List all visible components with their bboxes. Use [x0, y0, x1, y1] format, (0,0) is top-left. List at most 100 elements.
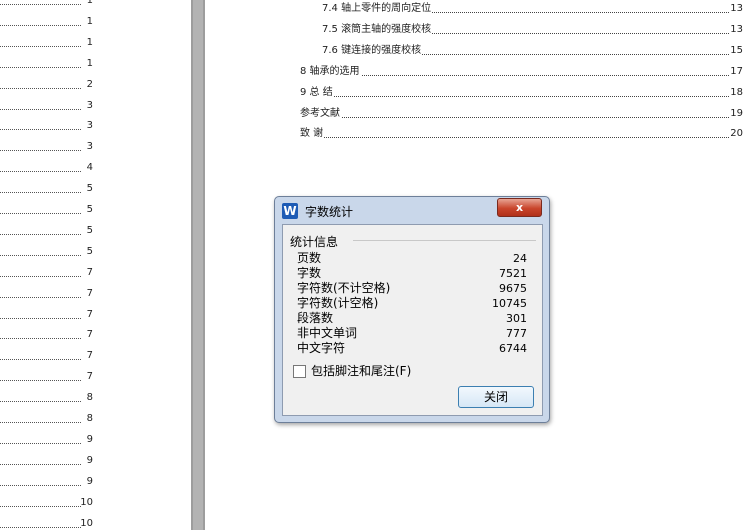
toc-entry-page: 19 — [729, 107, 743, 121]
left-toc-row[interactable]: 5 — [0, 224, 93, 238]
toc-entry[interactable]: 致 谢 20 — [300, 127, 743, 141]
left-toc-row[interactable]: 7 — [0, 308, 93, 322]
toc-leader — [0, 338, 81, 340]
left-toc-page-number: 5 — [86, 245, 93, 257]
toc-entry[interactable]: 7.5 滚筒主轴的强度校核 13 — [322, 23, 743, 37]
toc-entry-title: 参考文献 — [300, 107, 341, 121]
left-toc-page-number: 7 — [86, 371, 93, 383]
left-toc-page-number: 7 — [86, 350, 93, 362]
left-toc-page-number: 7 — [86, 308, 93, 320]
left-toc-row[interactable]: 1 — [0, 15, 93, 29]
toc-entry[interactable]: 参考文献 19 — [300, 107, 743, 121]
left-toc-page-number: 10 — [80, 517, 93, 529]
dialog-title: 字数统计 — [305, 205, 354, 219]
left-toc-row[interactable]: 8 — [0, 392, 93, 405]
toc-entry-page: 17 — [729, 65, 743, 79]
left-toc-row[interactable]: 9 — [0, 475, 93, 489]
toc-leader — [0, 317, 81, 319]
left-toc-row[interactable]: 4 — [0, 162, 93, 175]
toc-entry-title: 致 谢 — [300, 127, 325, 141]
left-toc-page-number: 1 — [86, 57, 93, 69]
statistics-group-title: 统计信息 — [290, 233, 343, 250]
left-toc-page-number: 8 — [86, 392, 93, 404]
left-toc-row[interactable]: 1 — [0, 0, 93, 8]
include-footnotes-checkbox[interactable] — [293, 365, 306, 378]
left-toc-row[interactable]: 7 — [0, 287, 93, 301]
toc-entry[interactable]: 7.6 键连接的强度校核 15 — [322, 44, 743, 58]
toc-entry-page: 18 — [729, 86, 743, 100]
left-toc-page-number: 5 — [86, 183, 93, 195]
stat-value: 301 — [506, 312, 527, 325]
left-toc-row[interactable]: 5 — [0, 183, 93, 196]
left-toc-page-number: 5 — [86, 224, 93, 236]
left-toc-row[interactable]: 7 — [0, 329, 93, 342]
toc-leader — [300, 137, 743, 138]
dialog-titlebar[interactable]: W 字数统计 x — [275, 197, 549, 223]
toc-entry-title: 9 总 结 — [300, 86, 334, 100]
left-toc-page-number: 9 — [86, 433, 93, 445]
left-toc-page-number: 7 — [86, 287, 93, 299]
left-toc-page-number: 1 — [86, 15, 93, 27]
toc-entry[interactable]: 9 总 结 18 — [300, 86, 743, 100]
stat-value: 7521 — [499, 267, 527, 280]
toc-entry-title: 8 轴承的选用 — [300, 65, 361, 79]
left-toc-row[interactable]: 10 — [0, 517, 93, 530]
page-gutter — [191, 0, 205, 530]
toc-leader — [300, 75, 743, 76]
left-toc-row[interactable]: 1 — [0, 57, 93, 71]
left-toc-page-number: 1 — [86, 36, 93, 48]
left-toc-row[interactable]: 7 — [0, 266, 93, 280]
toc-entry[interactable]: 7.4 轴上零件的周向定位 13 — [322, 2, 743, 16]
toc-leader — [0, 254, 81, 256]
toc-leader — [0, 296, 81, 298]
toc-entry-page: 13 — [729, 2, 743, 16]
toc-leader — [0, 87, 81, 89]
toc-leader — [0, 150, 81, 152]
left-toc-row[interactable]: 9 — [0, 433, 93, 447]
left-toc-page-number: 10 — [80, 496, 93, 508]
stat-value: 10745 — [492, 297, 527, 310]
toc-leader — [0, 505, 81, 507]
toc-entry-page: 13 — [729, 23, 743, 37]
toc-leader — [0, 213, 81, 214]
left-toc-row[interactable]: 3 — [0, 120, 93, 133]
stat-label: 非中文单词 — [297, 326, 358, 340]
stat-row-paragraphs: 段落数 301 — [297, 311, 527, 326]
close-icon[interactable]: x — [497, 198, 542, 217]
toc-leader — [0, 45, 81, 47]
left-toc-page-number: 4 — [86, 162, 93, 174]
stat-label: 字符数(不计空格) — [297, 281, 391, 295]
left-toc-page-number: 9 — [86, 475, 93, 487]
stat-row-pages: 页数 24 — [297, 251, 527, 266]
toc-leader — [0, 275, 81, 277]
left-toc-row[interactable]: 10 — [0, 496, 93, 510]
toc-leader — [0, 108, 81, 110]
left-toc-row[interactable]: 5 — [0, 204, 93, 217]
stat-value: 777 — [506, 327, 527, 340]
left-toc-row[interactable]: 3 — [0, 141, 93, 154]
left-toc-row[interactable]: 1 — [0, 36, 93, 50]
left-toc-row[interactable]: 5 — [0, 245, 93, 259]
stat-row-non-chinese-words: 非中文单词 777 — [297, 326, 527, 341]
left-toc-row[interactable]: 8 — [0, 413, 93, 426]
toc-leader — [0, 24, 81, 26]
toc-leader — [300, 117, 743, 118]
close-button[interactable]: 关闭 — [458, 386, 534, 408]
left-toc-row[interactable]: 7 — [0, 371, 93, 384]
left-toc-page-number: 9 — [86, 454, 93, 466]
left-toc-row[interactable]: 2 — [0, 79, 93, 92]
toc-leader — [0, 380, 81, 382]
stat-value: 24 — [513, 252, 527, 265]
toc-entry[interactable]: 8 轴承的选用 17 — [300, 65, 743, 79]
toc-leader — [0, 192, 81, 194]
include-footnotes-label[interactable]: 包括脚注和尾注(F) — [311, 362, 411, 379]
toc-leader — [0, 4, 81, 5]
left-toc-row[interactable]: 7 — [0, 350, 93, 363]
toc-entry-title: 7.5 滚筒主轴的强度校核 — [322, 23, 433, 37]
left-toc-row[interactable]: 3 — [0, 100, 93, 113]
toc-leader — [0, 359, 81, 361]
stat-label: 中文字符 — [297, 341, 346, 355]
stat-label: 字符数(计空格) — [297, 296, 379, 310]
left-toc-row[interactable]: 9 — [0, 454, 93, 468]
left-toc-page-number: 7 — [86, 266, 93, 278]
